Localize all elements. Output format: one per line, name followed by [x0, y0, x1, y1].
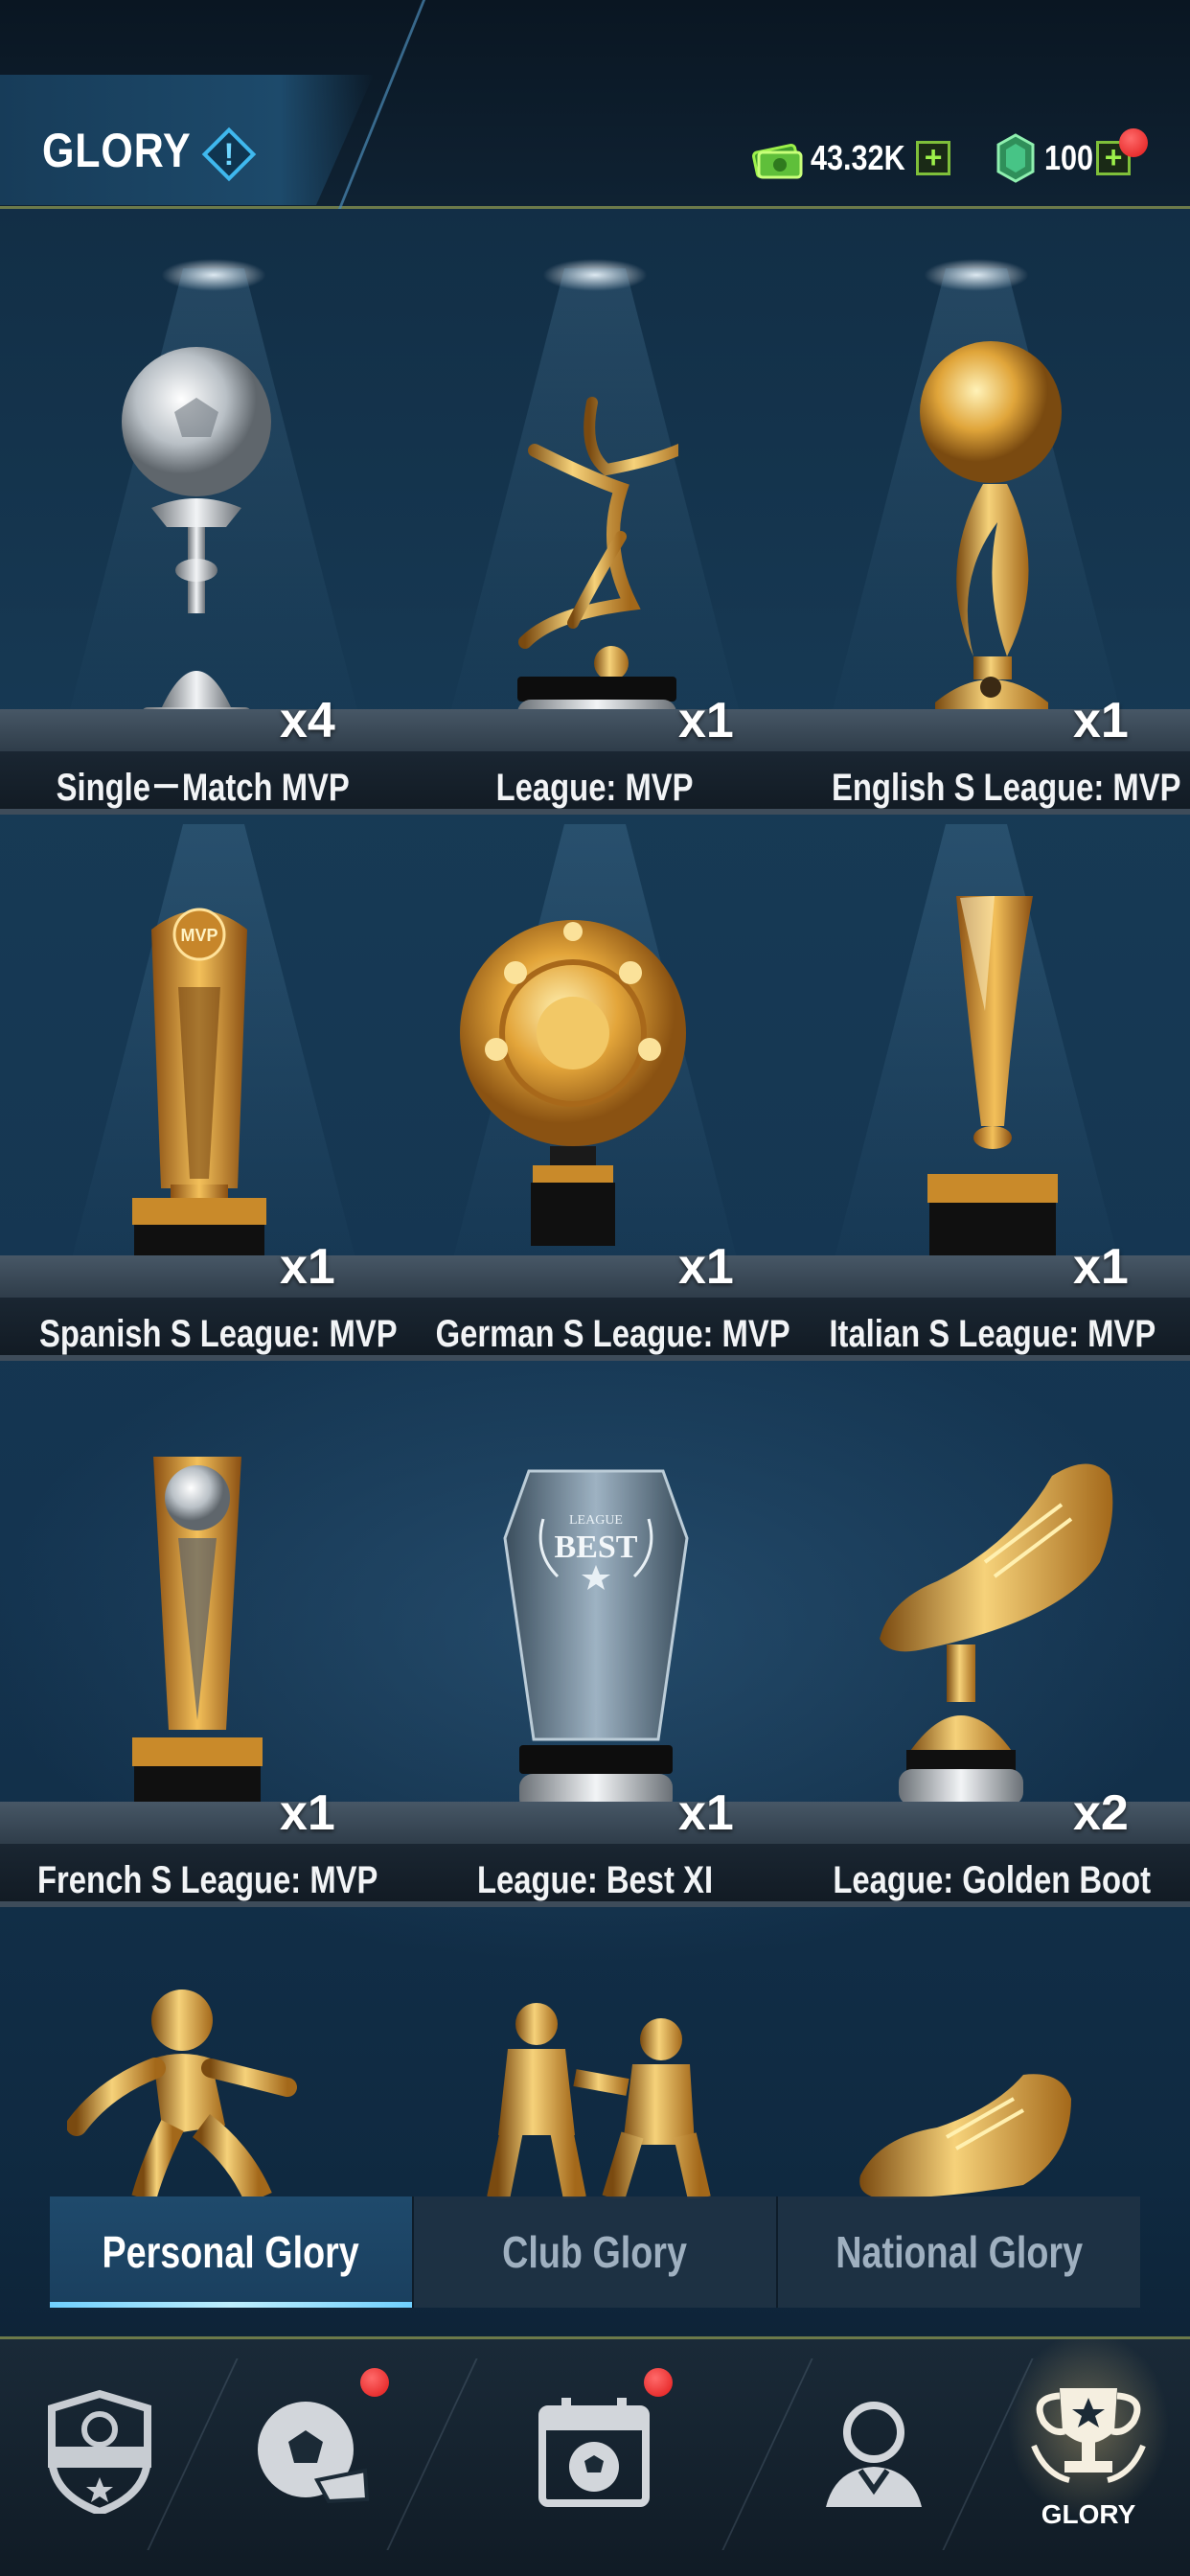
svg-text:MVP: MVP	[180, 926, 217, 945]
nav-label-glory: GLORY	[1041, 2499, 1136, 2529]
trophy-label: League: Golden Boot	[833, 1859, 1151, 1901]
trophy-count: x1	[280, 1239, 335, 1295]
trophy-label: German S League: MVP	[435, 1313, 790, 1355]
trophy-label: Single－Match MVP	[56, 767, 351, 809]
trophy-count: x1	[1073, 1239, 1129, 1295]
trophy-count: x1	[678, 1785, 734, 1841]
nav-divider	[386, 2358, 478, 2550]
tab-club-glory[interactable]: Club Glory	[412, 2196, 776, 2308]
info-icon[interactable]: !	[201, 126, 257, 182]
gem-icon	[996, 133, 1035, 183]
add-cash-button[interactable]: +	[916, 141, 951, 175]
trophy-shelf: Spanish S League: MVP German S League: M…	[0, 1255, 1190, 1378]
trophy-count: x4	[280, 693, 335, 748]
trophy-count: x1	[678, 693, 734, 748]
bottom-nav: GLORY	[0, 2336, 1190, 2576]
gold-ball-flame-trophy-icon[interactable]	[916, 340, 1067, 743]
page-title: GLORY	[42, 124, 192, 177]
engraving-main: BEST	[555, 1530, 638, 1565]
nav-schedule[interactable]	[508, 2368, 680, 2541]
gold-boot-promo-icon	[859, 2074, 1071, 2198]
gem-value: 100	[1044, 138, 1094, 177]
trophy-count: x2	[1073, 1785, 1129, 1841]
notification-dot	[1119, 128, 1148, 157]
top-bar: GLORY ! 43.32K + 100 +	[0, 0, 1190, 209]
mvp-pillar-trophy-icon[interactable]: MVP	[132, 901, 266, 1284]
nav-glory[interactable]: GLORY	[1002, 2368, 1175, 2541]
trophy-label: Spanish S League: MVP	[39, 1313, 398, 1355]
gem-counter: 100 +	[995, 128, 1148, 183]
tab-national-glory[interactable]: National Glory	[776, 2196, 1140, 2308]
calendar-ball-icon	[538, 2398, 650, 2507]
trophy-shelf: Single－Match MVP League: MVP English S L…	[0, 709, 1190, 832]
cash-icon	[752, 143, 803, 179]
trophy-label: League: Best XI	[476, 1859, 714, 1901]
crystal-best-trophy-icon[interactable]: LEAGUE BEST	[491, 1461, 701, 1830]
glory-tabs: Personal Glory Club Glory National Glory	[50, 2196, 1140, 2308]
player-avatar-icon	[826, 2402, 922, 2507]
tab-personal-glory[interactable]: Personal Glory	[50, 2196, 412, 2308]
ball-whistle-icon	[258, 2402, 370, 2504]
trophy-label: French S League: MVP	[37, 1859, 378, 1901]
gold-plate-trophy-icon[interactable]	[458, 920, 688, 1284]
trophy-label: League: MVP	[496, 767, 694, 809]
nav-match[interactable]	[226, 2368, 399, 2541]
gold-players-celebrate-icon	[487, 2003, 711, 2198]
cash-counter: 43.32K +	[751, 134, 951, 182]
glory-trophy-icon	[1031, 2388, 1146, 2483]
trophy-label: English S League: MVP	[832, 767, 1181, 809]
gold-figure-trophy-icon[interactable]	[515, 393, 678, 748]
gold-player-kick-icon	[67, 1990, 297, 2198]
trophy-label: Italian S League: MVP	[829, 1313, 1156, 1355]
cash-value: 43.32K	[811, 138, 905, 177]
glory-screen: GLORY ! 43.32K + 100 + Single－Match MVP …	[0, 0, 1190, 2576]
notification-dot	[644, 2368, 673, 2397]
notification-dot	[360, 2368, 389, 2397]
gold-spiral-trophy-icon[interactable]	[927, 886, 1058, 1284]
nav-player[interactable]	[788, 2368, 960, 2541]
silver-ball-trophy-icon[interactable]	[113, 345, 281, 748]
gold-ball-pillar-trophy-icon[interactable]	[132, 1452, 263, 1830]
trophy-count: x1	[678, 1239, 734, 1295]
trophy-shelf: French S League: MVP League: Best XI Lea…	[0, 1802, 1190, 1924]
trophy-count: x1	[280, 1785, 335, 1841]
golden-boot-trophy-icon[interactable]	[870, 1457, 1121, 1830]
engraving-top: LEAGUE	[569, 1513, 623, 1528]
nav-club[interactable]	[13, 2368, 186, 2541]
trophy-count: x1	[1073, 693, 1129, 748]
club-badge-icon	[48, 2389, 151, 2514]
